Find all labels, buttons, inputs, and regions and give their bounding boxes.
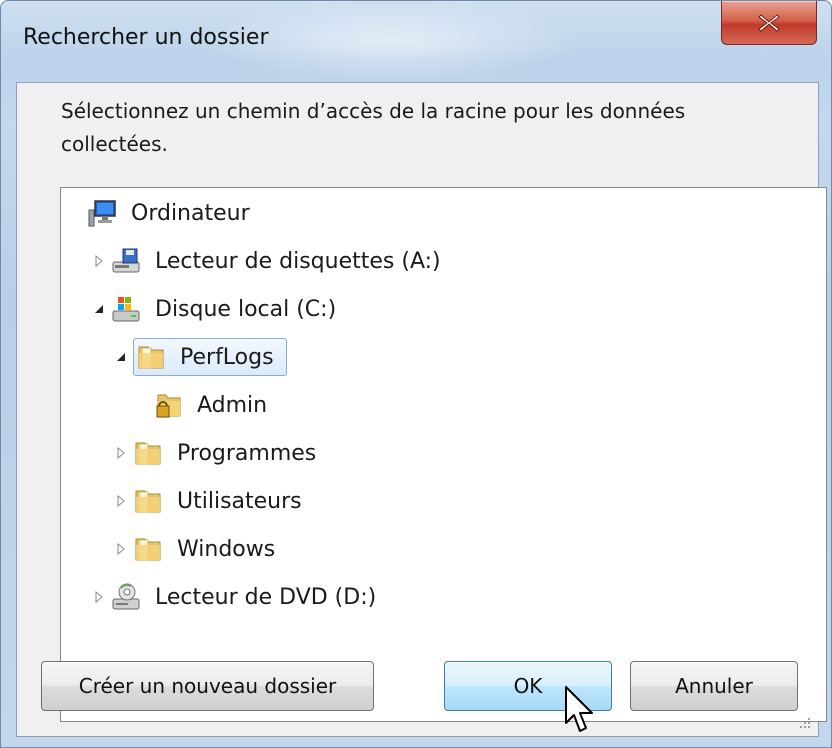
tree-item-label: Lecteur de disquettes (A:) [155,248,441,274]
resize-grip-icon[interactable] [796,714,812,730]
tree-item-programmes[interactable]: Programmes [111,431,322,475]
cancel-button[interactable]: Annuler [630,661,798,711]
collapse-arrow-icon[interactable] [89,299,109,319]
folder-tree[interactable]: Ordinateur Lecteur de disquettes (A:) Di… [60,187,827,722]
tree-item-label: Windows [177,536,276,562]
tree-item-ordinateur[interactable]: Ordinateur [87,191,256,235]
expand-arrow-icon[interactable] [111,443,131,463]
dvd-drive-icon [111,582,141,612]
tree-item-label: Disque local (C:) [155,296,337,322]
computer-icon [87,198,117,228]
tree-item-local-disk[interactable]: Disque local (C:) [89,287,342,331]
tree-item-label: Utilisateurs [177,488,302,514]
tree-item-label: Ordinateur [131,200,250,226]
tree-item-perflogs[interactable]: PerfLogs [111,335,287,379]
tree-item-utilisateurs[interactable]: Utilisateurs [111,479,308,523]
folder-icon [133,486,163,516]
browse-folder-dialog: Rechercher un dossier Sélectionnez un ch… [0,0,832,748]
close-button[interactable] [721,1,817,45]
tree-item-admin[interactable]: Admin [153,383,273,427]
prompt-text: Sélectionnez un chemin d’accès de la rac… [61,99,686,156]
tree-item-windows[interactable]: Windows [111,527,281,571]
folder-icon [133,534,163,564]
expand-arrow-icon[interactable] [111,539,131,559]
expand-arrow-icon[interactable] [111,491,131,511]
collapse-arrow-icon[interactable] [111,347,131,367]
expand-arrow-icon[interactable] [89,251,109,271]
dialog-body: Sélectionnez un chemin d’accès de la rac… [16,82,827,737]
tree-item-label: Admin [197,392,268,418]
floppy-drive-icon [111,246,141,276]
mouse-cursor-icon [565,686,593,732]
expand-arrow-icon[interactable] [89,587,109,607]
tree-item-label: PerfLogs [180,344,274,370]
tree-item-dvd-drive[interactable]: Lecteur de DVD (D:) [89,575,382,619]
folder-icon [133,438,163,468]
locked-folder-icon [153,390,183,420]
window-title: Rechercher un dossier [23,25,269,50]
local-disk-icon [111,294,141,324]
selection-highlight: PerfLogs [133,338,287,376]
folder-icon [136,342,166,372]
tree-item-label: Programmes [177,440,317,466]
tree-item-label: Lecteur de DVD (D:) [155,584,377,610]
new-folder-button[interactable]: Créer un nouveau dossier [41,661,374,711]
close-icon [758,13,780,32]
tree-item-floppy-drive[interactable]: Lecteur de disquettes (A:) [89,239,447,283]
